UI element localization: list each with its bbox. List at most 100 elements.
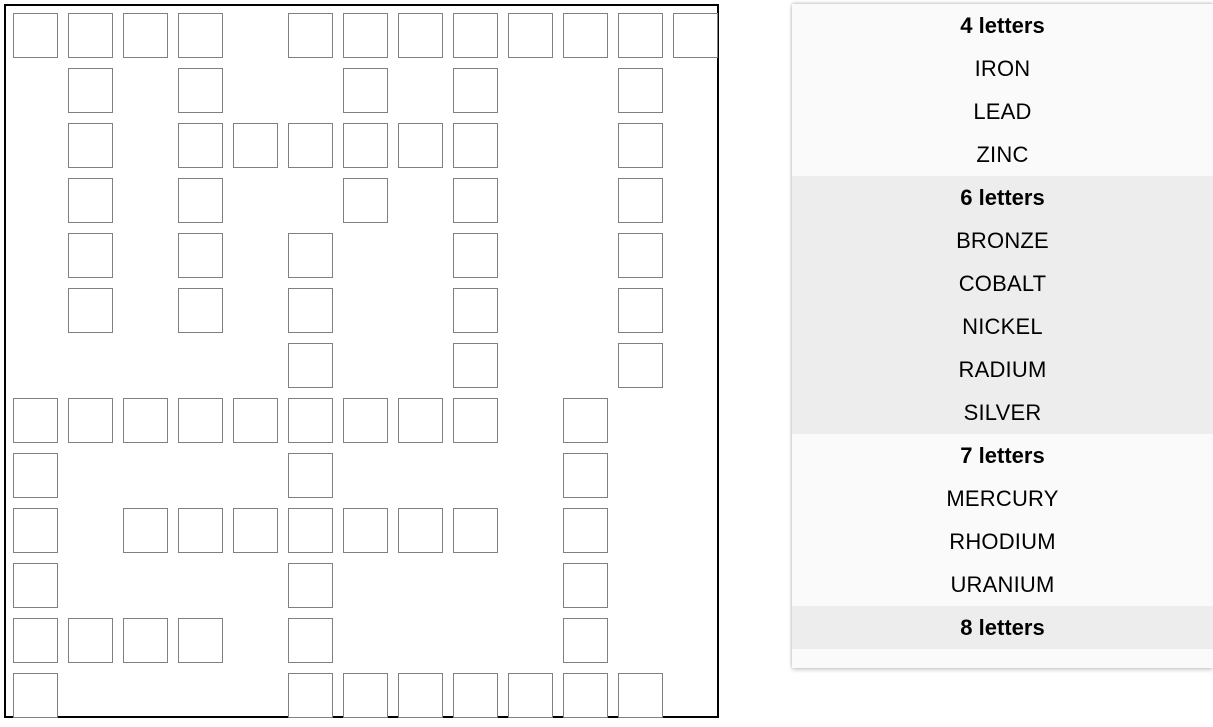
crossword-cell[interactable] bbox=[453, 343, 498, 388]
word-list-item[interactable]: SILVER bbox=[792, 391, 1213, 434]
word-list-section: 4 letters IRON LEAD ZINC bbox=[792, 4, 1213, 176]
word-list-item[interactable]: ZINC bbox=[792, 133, 1213, 176]
crossword-cell[interactable] bbox=[398, 398, 443, 443]
crossword-cell[interactable] bbox=[178, 398, 223, 443]
word-list-item[interactable]: URANIUM bbox=[792, 563, 1213, 606]
crossword-cell[interactable] bbox=[563, 508, 608, 553]
crossword-cell[interactable] bbox=[233, 398, 278, 443]
crossword-cell[interactable] bbox=[618, 13, 663, 58]
crossword-cell[interactable] bbox=[68, 233, 113, 278]
crossword-cell[interactable] bbox=[343, 13, 388, 58]
crossword-cell[interactable] bbox=[68, 123, 113, 168]
crossword-cell[interactable] bbox=[398, 123, 443, 168]
crossword-cell[interactable] bbox=[453, 68, 498, 113]
crossword-cell[interactable] bbox=[288, 673, 333, 718]
crossword-cell[interactable] bbox=[563, 13, 608, 58]
crossword-cell[interactable] bbox=[453, 288, 498, 333]
crossword-cell[interactable] bbox=[123, 508, 168, 553]
word-list-item[interactable]: IRON bbox=[792, 47, 1213, 90]
crossword-cell[interactable] bbox=[68, 618, 113, 663]
crossword-cell[interactable] bbox=[288, 233, 333, 278]
crossword-cell[interactable] bbox=[563, 563, 608, 608]
crossword-cell[interactable] bbox=[178, 13, 223, 58]
crossword-cell[interactable] bbox=[618, 233, 663, 278]
crossword-cell[interactable] bbox=[343, 68, 388, 113]
crossword-cell[interactable] bbox=[453, 123, 498, 168]
crossword-cell[interactable] bbox=[343, 178, 388, 223]
crossword-cell[interactable] bbox=[123, 618, 168, 663]
crossword-cell[interactable] bbox=[343, 508, 388, 553]
crossword-cell[interactable] bbox=[563, 398, 608, 443]
crossword-cell[interactable] bbox=[563, 453, 608, 498]
word-list-section: 6 letters BRONZE COBALT NICKEL RADIUM SILVER bbox=[792, 176, 1213, 434]
crossword-cell[interactable] bbox=[453, 508, 498, 553]
crossword-cell[interactable] bbox=[288, 123, 333, 168]
crossword-cell[interactable] bbox=[618, 68, 663, 113]
word-list-item[interactable]: LEAD bbox=[792, 90, 1213, 133]
word-list-item[interactable]: RHODIUM bbox=[792, 520, 1213, 563]
crossword-cell[interactable] bbox=[68, 178, 113, 223]
crossword-cell[interactable] bbox=[178, 288, 223, 333]
crossword-cell[interactable] bbox=[563, 673, 608, 718]
crossword-cell[interactable] bbox=[288, 288, 333, 333]
crossword-cell[interactable] bbox=[68, 288, 113, 333]
crossword-cell[interactable] bbox=[508, 673, 553, 718]
word-list-item[interactable]: BRONZE bbox=[792, 219, 1213, 262]
crossword-cell[interactable] bbox=[288, 618, 333, 663]
crossword-cell[interactable] bbox=[178, 68, 223, 113]
crossword-cell[interactable] bbox=[178, 178, 223, 223]
crossword-cell[interactable] bbox=[343, 123, 388, 168]
crossword-cell[interactable] bbox=[123, 398, 168, 443]
crossword-cell[interactable] bbox=[618, 123, 663, 168]
crossword-cell[interactable] bbox=[453, 398, 498, 443]
crossword-cell[interactable] bbox=[123, 13, 168, 58]
word-list-panel[interactable]: 4 letters IRON LEAD ZINC 6 letters BRONZE COBA… bbox=[792, 4, 1213, 668]
crossword-cell[interactable] bbox=[563, 618, 608, 663]
crossword-cell[interactable] bbox=[13, 453, 58, 498]
crossword-cell[interactable] bbox=[178, 233, 223, 278]
crossword-cell[interactable] bbox=[618, 673, 663, 718]
word-list-item[interactable]: COBALT bbox=[792, 262, 1213, 305]
word-list-section-header: 8 letters bbox=[960, 615, 1045, 640]
crossword-cell[interactable] bbox=[673, 13, 718, 58]
crossword-cell[interactable] bbox=[68, 68, 113, 113]
crossword-grid[interactable] bbox=[6, 6, 718, 718]
crossword-cell[interactable] bbox=[288, 398, 333, 443]
crossword-cell[interactable] bbox=[618, 343, 663, 388]
crossword-cell[interactable] bbox=[288, 343, 333, 388]
crossword-cell[interactable] bbox=[343, 398, 388, 443]
crossword-cell[interactable] bbox=[13, 563, 58, 608]
crossword-cell[interactable] bbox=[453, 13, 498, 58]
word-list-item[interactable]: RADIUM bbox=[792, 348, 1213, 391]
crossword-cell[interactable] bbox=[508, 13, 553, 58]
crossword-cell[interactable] bbox=[178, 123, 223, 168]
crossword-cell[interactable] bbox=[178, 508, 223, 553]
crossword-cell[interactable] bbox=[288, 453, 333, 498]
word-list-item[interactable]: MERCURY bbox=[792, 477, 1213, 520]
crossword-grid-panel bbox=[4, 4, 719, 718]
crossword-cell[interactable] bbox=[68, 398, 113, 443]
crossword-cell[interactable] bbox=[618, 288, 663, 333]
crossword-cell[interactable] bbox=[13, 13, 58, 58]
crossword-cell[interactable] bbox=[13, 618, 58, 663]
crossword-cell[interactable] bbox=[453, 233, 498, 278]
crossword-cell[interactable] bbox=[288, 508, 333, 553]
crossword-cell[interactable] bbox=[13, 398, 58, 443]
crossword-cell[interactable] bbox=[288, 13, 333, 58]
crossword-cell[interactable] bbox=[343, 673, 388, 718]
crossword-cell[interactable] bbox=[453, 673, 498, 718]
crossword-cell[interactable] bbox=[398, 13, 443, 58]
crossword-cell[interactable] bbox=[398, 673, 443, 718]
crossword-cell[interactable] bbox=[288, 563, 333, 608]
crossword-cell[interactable] bbox=[13, 508, 58, 553]
crossword-cell[interactable] bbox=[398, 508, 443, 553]
crossword-cell[interactable] bbox=[233, 123, 278, 168]
crossword-cell[interactable] bbox=[68, 13, 113, 58]
crossword-cell[interactable] bbox=[453, 178, 498, 223]
word-list-item[interactable]: NICKEL bbox=[792, 305, 1213, 348]
crossword-cell[interactable] bbox=[178, 618, 223, 663]
crossword-cell[interactable] bbox=[618, 178, 663, 223]
crossword-cell[interactable] bbox=[233, 508, 278, 553]
crossword-cell[interactable] bbox=[13, 673, 58, 718]
word-list-section-header: 4 letters bbox=[960, 13, 1045, 38]
